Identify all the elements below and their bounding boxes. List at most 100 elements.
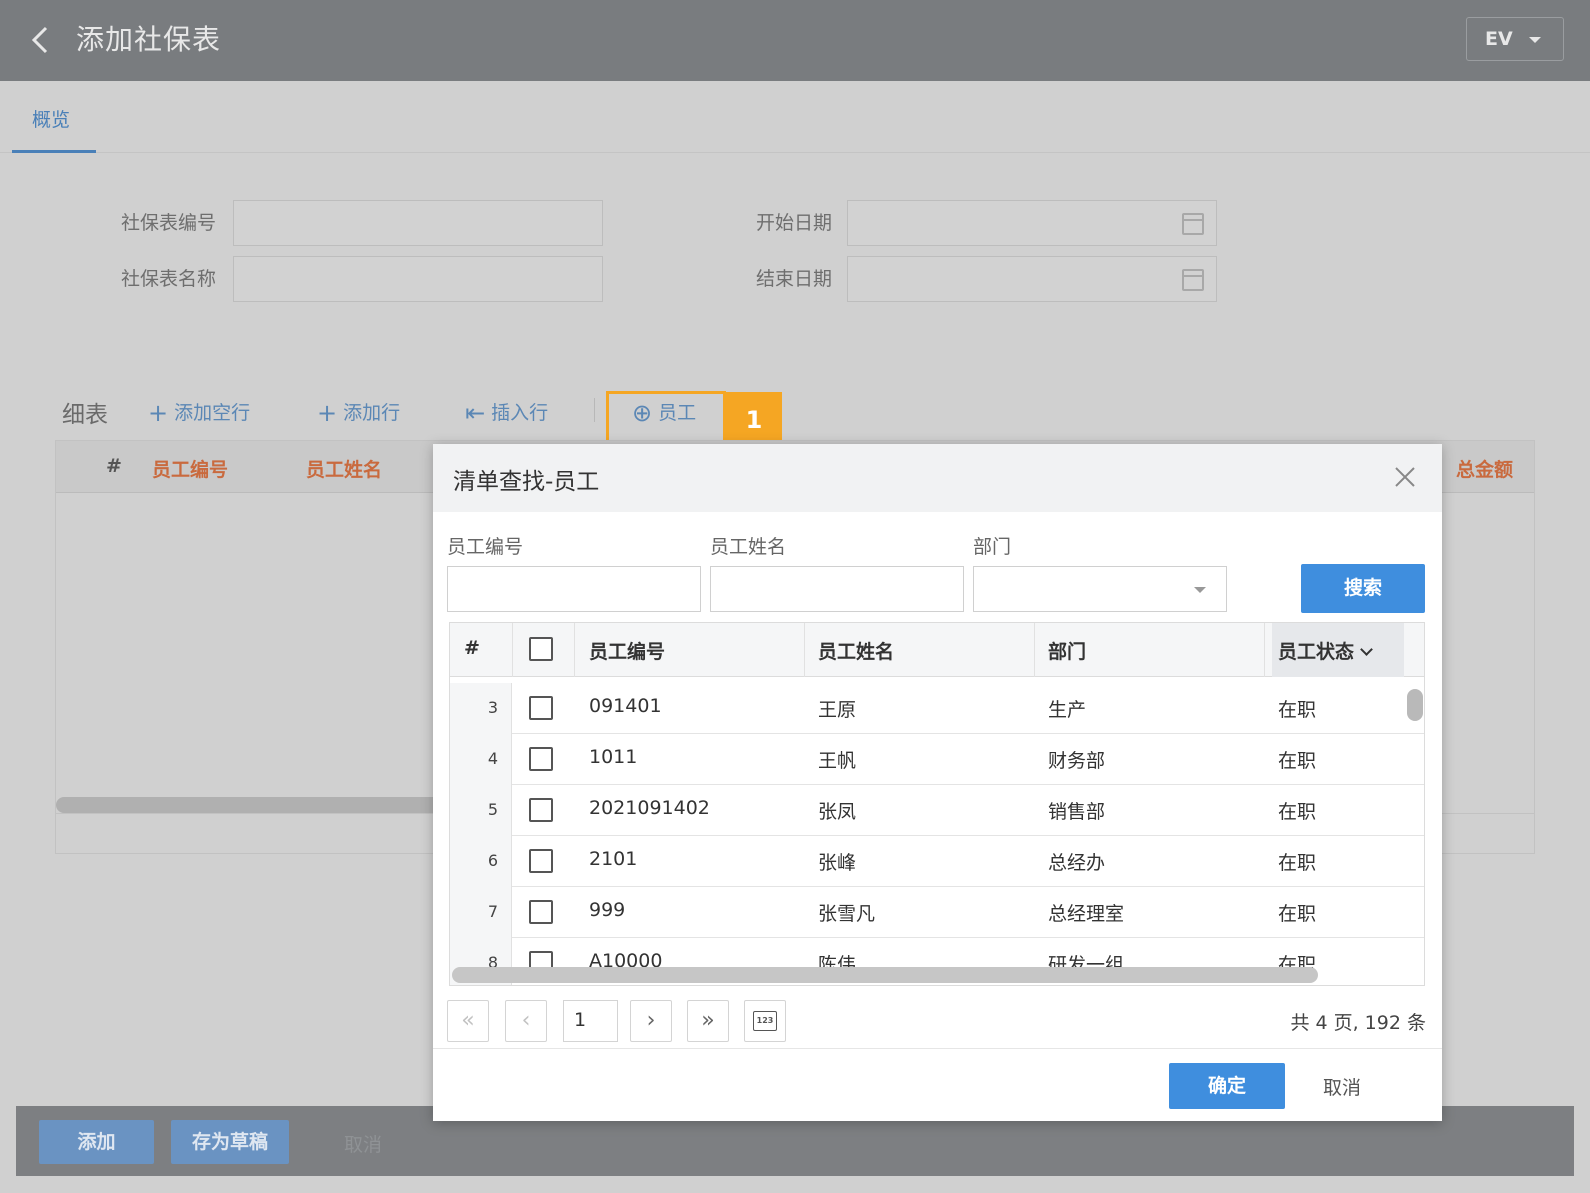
- col-emp-name[interactable]: 员工姓名: [818, 637, 894, 664]
- col-divider: [1034, 623, 1035, 677]
- dialog-header: 清单查找-员工: [433, 444, 1442, 512]
- row-checkbox[interactable]: [529, 900, 553, 924]
- horizontal-scrollbar[interactable]: [452, 967, 1318, 983]
- start-date-input[interactable]: [847, 200, 1217, 246]
- row-index: 7: [487, 902, 498, 921]
- cell-status: 在职: [1278, 750, 1317, 772]
- row-index-cell: 5: [450, 785, 512, 836]
- cell-emp-name: 张凤: [818, 801, 857, 823]
- filter-emp-name-label: 员工姓名: [710, 536, 787, 558]
- toolbar-divider: [594, 398, 595, 422]
- employee-grid: # 员工编号 员工姓名 部门 员工状态 3 091401 王原 生产 在职 4 …: [449, 622, 1425, 986]
- table-row[interactable]: 6 2101 张峰 总经办 在职: [450, 836, 1424, 887]
- row-index-cell: 6: [450, 836, 512, 887]
- back-arrow-icon[interactable]: [28, 22, 52, 58]
- row-index: 4: [487, 749, 498, 768]
- table-row[interactable]: 4 1011 王帆 财务部 在职: [450, 734, 1424, 785]
- end-date-input[interactable]: [847, 256, 1217, 302]
- top-bar: 添加社保表 EV: [0, 0, 1590, 81]
- prev-page-button[interactable]: ‹: [505, 1000, 547, 1042]
- insert-row-button[interactable]: ⇤ 插入行: [465, 398, 548, 427]
- filter-dept-label: 部门: [973, 536, 1012, 558]
- cell-emp-no: 1011: [589, 746, 638, 768]
- cell-dept: 生产: [1048, 699, 1087, 721]
- add-button[interactable]: 添加: [39, 1120, 154, 1164]
- row-checkbox[interactable]: [529, 747, 553, 771]
- plus-icon: +: [317, 399, 338, 427]
- employee-grid-header: # 员工编号 员工姓名 部门 员工状态: [450, 623, 1424, 677]
- cell-status: 在职: [1278, 801, 1317, 823]
- detail-col-emp-name[interactable]: 员工姓名: [306, 455, 382, 482]
- code-input[interactable]: [233, 200, 603, 246]
- row-checkbox[interactable]: [529, 849, 553, 873]
- row-index: 5: [487, 800, 498, 819]
- language-dropdown[interactable]: EV: [1466, 17, 1564, 61]
- col-emp-no[interactable]: 员工编号: [589, 637, 665, 664]
- cell-dept: 销售部: [1048, 801, 1106, 823]
- calendar-icon[interactable]: [1182, 213, 1204, 235]
- select-all-checkbox[interactable]: [529, 637, 553, 661]
- add-empty-row-button[interactable]: + 添加空行: [148, 398, 250, 427]
- language-label: EV: [1485, 28, 1513, 50]
- page-size-button[interactable]: 123: [744, 1000, 786, 1042]
- calendar-icon[interactable]: [1182, 269, 1204, 291]
- cell-emp-no: 091401: [589, 695, 662, 717]
- cell-emp-name: 张雪凡: [818, 903, 876, 925]
- tab-bar: 概览: [0, 81, 1590, 153]
- filter-emp-name-input[interactable]: [710, 566, 964, 612]
- dialog-cancel-button[interactable]: 取消: [1323, 1073, 1361, 1100]
- insert-row-icon: ⇤: [465, 399, 486, 427]
- table-row[interactable]: 3 091401 王原 生产 在职: [450, 683, 1424, 734]
- page-title: 添加社保表: [76, 23, 222, 56]
- cell-emp-name: 王原: [818, 699, 857, 721]
- cell-emp-no: 999: [589, 899, 626, 921]
- filter-emp-no-input[interactable]: [447, 566, 701, 612]
- cell-status: 在职: [1278, 699, 1317, 721]
- col-status[interactable]: 员工状态: [1278, 637, 1373, 664]
- col-divider: [574, 623, 575, 677]
- tab-overview[interactable]: 概览: [12, 81, 96, 153]
- last-page-button[interactable]: »: [687, 1000, 729, 1042]
- detail-col-total[interactable]: 总金额: [1456, 455, 1513, 482]
- caret-down-icon: [1529, 37, 1541, 43]
- col-divider: [804, 623, 805, 677]
- row-checkbox[interactable]: [529, 696, 553, 720]
- first-page-button[interactable]: «: [447, 1000, 489, 1042]
- cell-status: 在职: [1278, 903, 1317, 925]
- end-date-label: 结束日期: [755, 268, 832, 290]
- name-label: 社保表名称: [120, 268, 216, 290]
- pagination-info: 共 4 页, 192 条: [1290, 1012, 1426, 1034]
- save-draft-button[interactable]: 存为草稿: [171, 1120, 289, 1164]
- detail-col-hash: #: [106, 455, 122, 477]
- employee-lookup-dialog: 清单查找-员工 员工编号 员工姓名 部门 搜索 # 员工编号 员工姓名 部门 员…: [433, 444, 1442, 1121]
- cell-dept: 总经理室: [1048, 903, 1125, 925]
- bottom-cancel-button[interactable]: 取消: [344, 1130, 382, 1157]
- chevron-down-icon[interactable]: [1360, 643, 1373, 656]
- detail-col-emp-no[interactable]: 员工编号: [152, 455, 228, 482]
- confirm-button[interactable]: 确定: [1169, 1063, 1285, 1109]
- page-size-icon: 123: [753, 1011, 777, 1031]
- filter-dept-select[interactable]: [973, 566, 1227, 612]
- page-number-input[interactable]: 1: [563, 1000, 618, 1042]
- row-checkbox[interactable]: [529, 798, 553, 822]
- row-index: 6: [487, 851, 498, 870]
- row-index: 3: [487, 698, 498, 717]
- search-button[interactable]: 搜索: [1301, 564, 1425, 613]
- cell-emp-no: 2021091402: [589, 797, 710, 819]
- caret-down-icon: [1194, 587, 1206, 593]
- cell-emp-name: 王帆: [818, 750, 857, 772]
- dialog-footer: 确定 取消: [433, 1048, 1442, 1121]
- row-index-cell: 3: [450, 683, 512, 734]
- insert-row-label: 插入行: [491, 402, 549, 424]
- add-row-button[interactable]: + 添加行: [317, 398, 400, 427]
- close-icon[interactable]: [1390, 462, 1420, 492]
- table-row[interactable]: 7 999 张雪凡 总经理室 在职: [450, 887, 1424, 938]
- vertical-scrollbar[interactable]: [1407, 689, 1423, 721]
- table-row[interactable]: 5 2021091402 张凤 销售部 在职: [450, 785, 1424, 836]
- detail-title: 细表: [62, 402, 108, 428]
- name-input[interactable]: [233, 256, 603, 302]
- col-dept[interactable]: 部门: [1048, 637, 1086, 664]
- col-hash: #: [464, 637, 480, 659]
- col-divider: [1264, 623, 1265, 677]
- next-page-button[interactable]: ›: [630, 1000, 672, 1042]
